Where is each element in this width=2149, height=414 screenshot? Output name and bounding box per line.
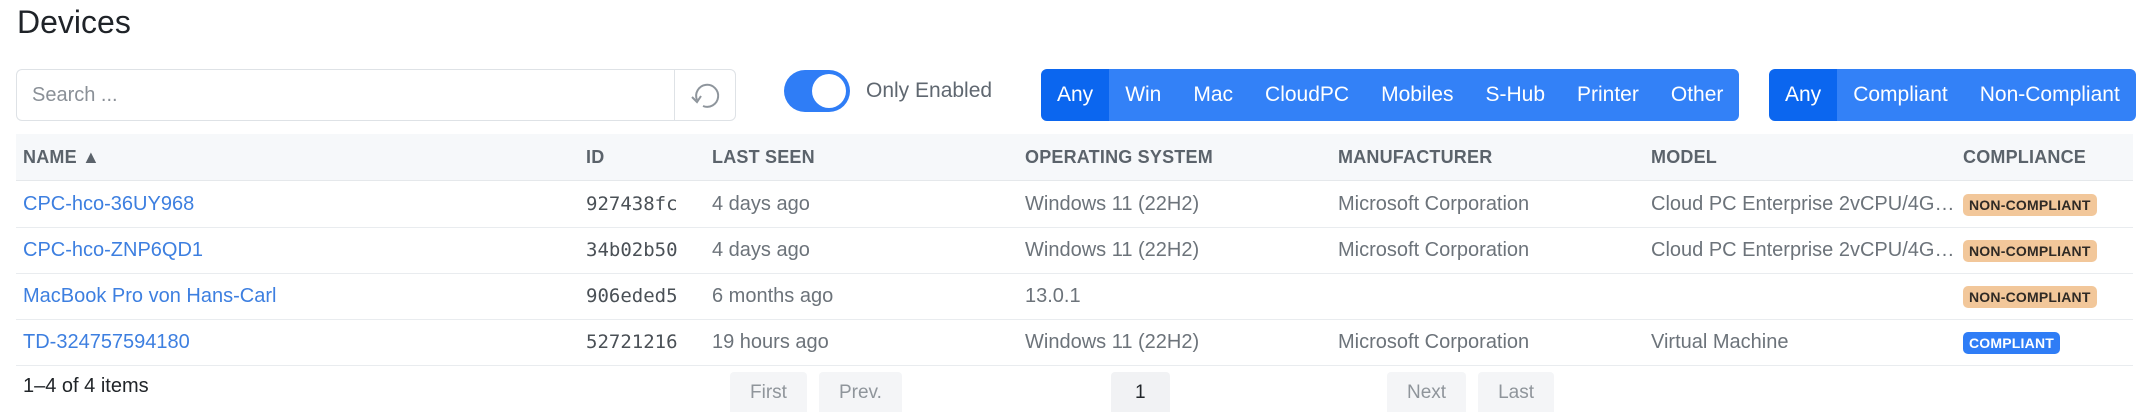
model <box>1651 273 1963 319</box>
table-row[interactable]: CPC-hco-36UY968 927438fc 4 days ago Wind… <box>16 181 2133 228</box>
device-name-link[interactable]: CPC-hco-ZNP6QD1 <box>23 227 583 273</box>
manufacturer: Microsoft Corporation <box>1338 331 1530 353</box>
refresh-icon <box>691 83 720 108</box>
pager-prev-button[interactable]: Prev. <box>818 372 902 412</box>
compliance-cell: COMPLIANT <box>1963 319 2133 365</box>
page-title: Devices <box>17 4 131 40</box>
column-header-id[interactable]: ID <box>586 134 706 180</box>
status-badge: NON-COMPLIANT <box>1963 193 2097 216</box>
last-seen: 19 hours ago <box>712 331 829 353</box>
table-row[interactable]: TD-324757594180 52721216 19 hours ago Wi… <box>16 319 2133 366</box>
compliance-filter-non-compliant[interactable]: Non-Compliant <box>1963 69 2136 121</box>
pager-first-button[interactable]: First <box>730 372 807 412</box>
last-seen: 4 days ago <box>712 193 810 215</box>
os-filter-win[interactable]: Win <box>1109 69 1178 121</box>
status-badge: COMPLIANT <box>1963 331 2061 354</box>
device-id: 52721216 <box>586 331 678 353</box>
operating-system: 13.0.1 <box>1025 285 1081 307</box>
pager-next-button[interactable]: Next <box>1387 372 1467 412</box>
column-header-name[interactable]: NAME ▲ <box>23 134 583 180</box>
only-enabled-label: Only Enabled <box>866 79 993 102</box>
pager-end: Next Last <box>1387 372 1554 412</box>
os-filter-cloudpc[interactable]: CloudPC <box>1249 69 1366 121</box>
compliance-filter-group: Any Compliant Non-Compliant <box>1769 69 2136 121</box>
table-header: NAME ▲ ID LAST SEEN OPERATING SYSTEM MAN… <box>16 134 2133 181</box>
model: Cloud PC Enterprise 2vCPU/4G… <box>1651 239 1955 261</box>
only-enabled-toggle[interactable] <box>784 70 850 112</box>
os-filter-mac[interactable]: Mac <box>1177 69 1250 121</box>
manufacturer: Microsoft Corporation <box>1338 239 1530 261</box>
compliance-cell: NON-COMPLIANT <box>1963 273 2133 319</box>
device-id: 906eded5 <box>586 285 678 307</box>
device-id: 34b02b50 <box>586 239 678 261</box>
column-header-model[interactable]: MODEL <box>1651 134 1963 180</box>
table-row[interactable]: MacBook Pro von Hans-Carl 906eded5 6 mon… <box>16 273 2133 320</box>
pager-current: 1 <box>1111 372 1170 412</box>
model: Cloud PC Enterprise 2vCPU/4G… <box>1651 193 1955 215</box>
search-group <box>16 69 736 121</box>
last-seen: 6 months ago <box>712 285 834 307</box>
only-enabled-toggle-group: Only Enabled <box>784 70 992 112</box>
status-badge: NON-COMPLIANT <box>1963 239 2097 262</box>
compliance-filter-compliant[interactable]: Compliant <box>1837 69 1964 121</box>
os-filter-mobiles[interactable]: Mobiles <box>1365 69 1470 121</box>
status-badge: NON-COMPLIANT <box>1963 285 2097 308</box>
column-header-operating-system[interactable]: OPERATING SYSTEM <box>1025 134 1325 180</box>
manufacturer <box>1338 273 1638 319</box>
compliance-filter-any[interactable]: Any <box>1769 69 1838 121</box>
os-filter-s-hub[interactable]: S-Hub <box>1469 69 1561 121</box>
operating-system: Windows 11 (22H2) <box>1025 193 1200 215</box>
os-filter-printer[interactable]: Printer <box>1561 69 1655 121</box>
pager-start: First Prev. <box>730 372 902 412</box>
device-name-link[interactable]: CPC-hco-36UY968 <box>23 181 583 227</box>
device-id: 927438fc <box>586 193 678 215</box>
device-name-link[interactable]: MacBook Pro von Hans-Carl <box>23 273 583 319</box>
table-row[interactable]: CPC-hco-ZNP6QD1 34b02b50 4 days ago Wind… <box>16 227 2133 274</box>
toggle-knob <box>812 74 846 108</box>
compliance-cell: NON-COMPLIANT <box>1963 227 2133 273</box>
operating-system: Windows 11 (22H2) <box>1025 239 1200 261</box>
search-input[interactable] <box>16 69 674 121</box>
os-filter-group: Any Win Mac CloudPC Mobiles S-Hub Printe… <box>1041 69 1740 121</box>
column-header-compliance[interactable]: COMPLIANCE <box>1963 134 2133 180</box>
pager-last-button[interactable]: Last <box>1478 372 1554 412</box>
refresh-button[interactable] <box>674 69 736 121</box>
column-header-manufacturer[interactable]: MANUFACTURER <box>1338 134 1638 180</box>
compliance-cell: NON-COMPLIANT <box>1963 181 2133 227</box>
device-name-link[interactable]: TD-324757594180 <box>23 319 583 365</box>
operating-system: Windows 11 (22H2) <box>1025 331 1200 353</box>
item-count: 1–4 of 4 items <box>23 375 149 397</box>
model: Virtual Machine <box>1651 331 1789 353</box>
last-seen: 4 days ago <box>712 239 810 261</box>
manufacturer: Microsoft Corporation <box>1338 193 1530 215</box>
pager-current-page[interactable]: 1 <box>1111 372 1170 412</box>
os-filter-other[interactable]: Other <box>1654 69 1740 121</box>
column-header-last-seen[interactable]: LAST SEEN <box>712 134 1012 180</box>
os-filter-any[interactable]: Any <box>1041 69 1110 121</box>
